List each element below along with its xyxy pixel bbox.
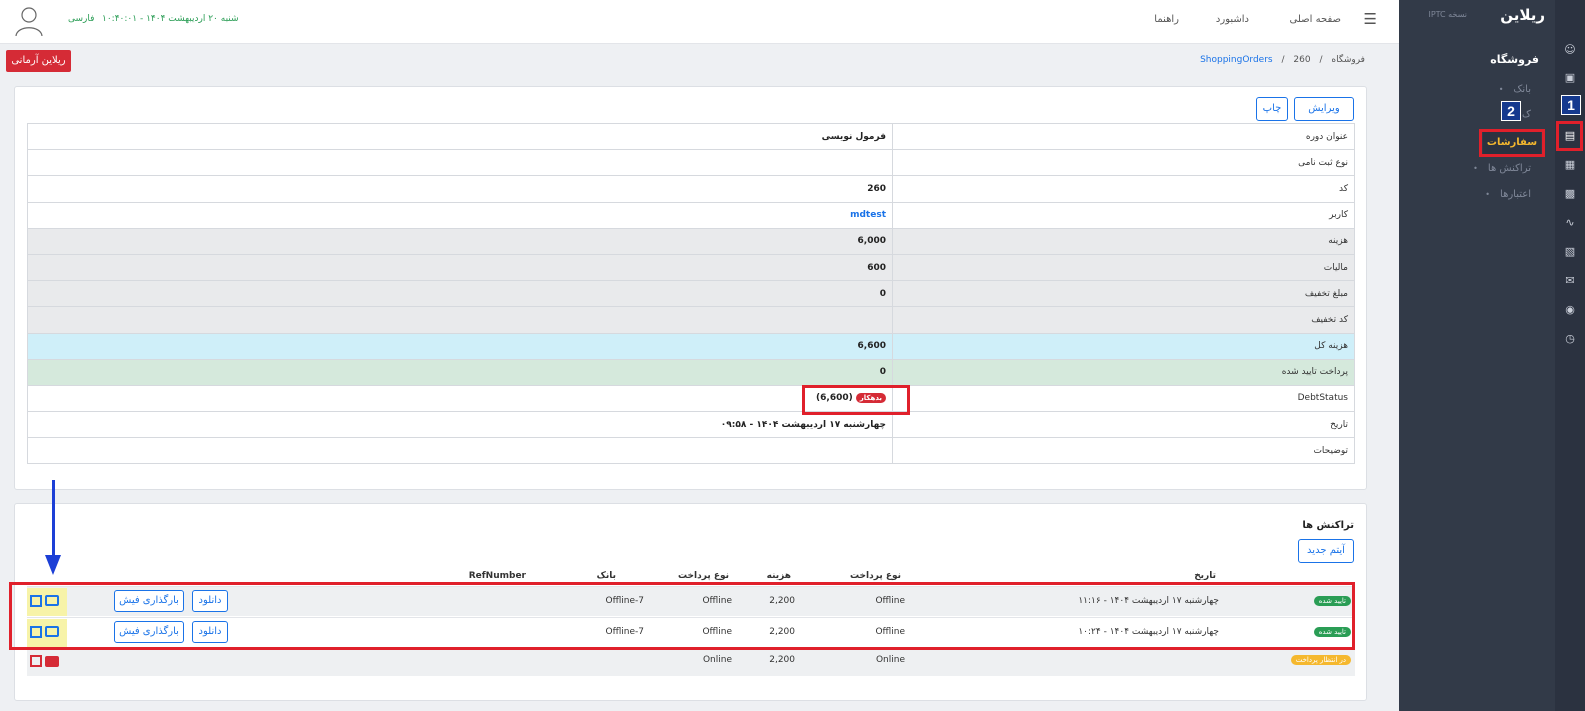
datetime: شنبه ۲۰ اردیبهشت ۱۴۰۴ - ۱۰:۴۰:۰۱ bbox=[102, 14, 239, 24]
col-date: تاریخ bbox=[1194, 571, 1216, 581]
detail-row: کد 260 bbox=[27, 175, 1355, 203]
breadcrumb-sep: / bbox=[1319, 55, 1323, 65]
edit-button[interactable]: ویرایش bbox=[1294, 97, 1354, 121]
nav-dashboard[interactable]: داشبورد bbox=[1216, 14, 1249, 25]
details-table: عنوان دوره فرمول نویسی نوع ثبت نامی کد 260… bbox=[27, 122, 1355, 465]
logo-sub: نسخه IPTC bbox=[1428, 10, 1467, 19]
nav-help[interactable]: راهنما bbox=[1154, 14, 1179, 25]
brand-button[interactable]: ریلاین آرمانی bbox=[6, 50, 71, 72]
detail-row: کد تخفیف bbox=[27, 306, 1355, 334]
highlight-transactions bbox=[9, 582, 1355, 650]
top-bar: ☰ صفحه اصلی داشبورد راهنما شنبه ۲۰ اردیب… bbox=[0, 0, 1399, 44]
chart-icon[interactable]: ∿ bbox=[1560, 213, 1580, 233]
user-link[interactable]: mdtest bbox=[850, 210, 886, 220]
detail-row: کاربر mdtest bbox=[27, 201, 1355, 229]
badge-two: 2 bbox=[1501, 101, 1521, 121]
detail-row: عنوان دوره فرمول نویسی bbox=[27, 122, 1355, 151]
detail-row: مالیات 600 bbox=[27, 253, 1355, 282]
avatar-icon[interactable] bbox=[14, 5, 44, 37]
breadcrumb-root[interactable]: فروشگاه bbox=[1331, 55, 1365, 65]
monitor-icon[interactable]: ▣ bbox=[1560, 68, 1580, 88]
highlight-basket bbox=[1556, 121, 1583, 151]
col-ref: RefNumber bbox=[468, 571, 526, 581]
list-icon[interactable]: ▦ bbox=[1560, 155, 1580, 175]
arrow-annotation bbox=[52, 480, 55, 560]
calculator-icon[interactable]: ▧ bbox=[1560, 242, 1580, 262]
detail-row: مبلغ تخفیف 0 bbox=[27, 280, 1355, 308]
breadcrumb: فروشگاه / ShoppingOrders / 260 bbox=[1200, 55, 1365, 65]
print-button[interactable]: چاپ bbox=[1256, 97, 1288, 121]
detail-row: پرداخت تایید شده 0 bbox=[27, 358, 1355, 386]
detail-row: هزینه 6,000 bbox=[27, 227, 1355, 255]
sidebar-item-bank[interactable]: بانک bbox=[1499, 84, 1531, 95]
breadcrumb-sep-2: / bbox=[1281, 55, 1285, 65]
sidebar: ریلاین نسخه IPTC فروشگاه بانک ک سفارشات … bbox=[1399, 0, 1555, 711]
card-icon[interactable] bbox=[45, 656, 59, 667]
nav-home[interactable]: صفحه اصلی bbox=[1290, 14, 1341, 25]
breadcrumb-section[interactable]: ShoppingOrders bbox=[1200, 55, 1273, 65]
new-item-button[interactable]: آیتم جدید bbox=[1298, 539, 1354, 563]
col-bank: بانک bbox=[596, 571, 616, 581]
sidebar-item-transactions[interactable]: تراکنش ها bbox=[1473, 163, 1531, 174]
status-badge: در انتظار پرداخت bbox=[1290, 655, 1351, 665]
detail-row: DebtStatus بدهکار(6,600) bbox=[27, 384, 1355, 413]
highlight-debt bbox=[802, 385, 910, 415]
mail-icon[interactable]: ✉ bbox=[1560, 271, 1580, 291]
order-details-card: ویرایش چاپ عنوان دوره فرمول نویسی نوع ثبت… bbox=[14, 86, 1367, 490]
breadcrumb-current: 260 bbox=[1293, 55, 1311, 65]
col-pay-type: نوع پرداخت bbox=[850, 571, 901, 581]
col-pay-type-2: نوع پرداخت bbox=[678, 571, 729, 581]
users-icon[interactable]: ☺ bbox=[1560, 40, 1580, 60]
table-row: در انتظار پرداخت Online 2,200 Online bbox=[27, 648, 1355, 676]
sidebar-section-title: فروشگاه bbox=[1490, 53, 1539, 66]
arrow-annotation-head bbox=[45, 555, 61, 575]
transactions-title: تراکنش ها bbox=[1302, 520, 1354, 531]
highlight-orders bbox=[1479, 129, 1545, 157]
col-cost: هزینه bbox=[766, 571, 791, 581]
menu-icon[interactable]: ☰ bbox=[1364, 10, 1377, 28]
detail-row: هزینه کل 6,600 bbox=[27, 332, 1355, 360]
detail-row: نوع ثبت نامی bbox=[27, 149, 1355, 177]
chat-icon[interactable]: ◉ bbox=[1560, 300, 1580, 320]
logo: ریلاین bbox=[1500, 6, 1545, 24]
detail-row: توضیحات bbox=[27, 437, 1355, 465]
sidebar-item-credits[interactable]: اعتبارها bbox=[1485, 189, 1531, 200]
trash-icon[interactable] bbox=[30, 655, 42, 667]
card-icon[interactable]: ▩ bbox=[1560, 184, 1580, 204]
transactions-card: تراکنش ها آیتم جدید تاریخ نوع پرداخت هزی… bbox=[9, 503, 1367, 701]
headset-icon[interactable]: ◷ bbox=[1560, 329, 1580, 349]
language-selector[interactable]: فارسی bbox=[68, 14, 94, 24]
detail-row: تاریخ چهارشنبه ۱۷ اردیبهشت ۱۴۰۴ - ۰۹:۵۸ bbox=[27, 411, 1355, 439]
badge-one: 1 bbox=[1561, 95, 1581, 115]
